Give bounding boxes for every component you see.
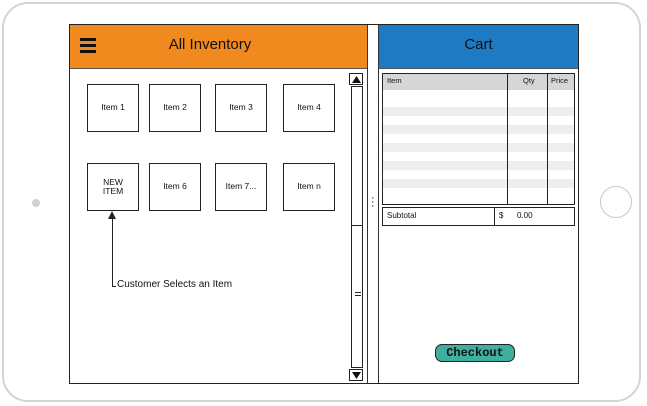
inventory-title: All Inventory <box>168 36 252 53</box>
col-header-price: Price <box>551 76 569 85</box>
grip-lines-icon <box>355 292 361 298</box>
annotation-connector <box>112 286 116 287</box>
cart-title: Cart <box>464 36 493 53</box>
subtotal-value: 0.00 <box>517 211 533 220</box>
col-divider <box>547 74 548 204</box>
checkout-button[interactable]: Checkout <box>435 344 515 362</box>
vertical-dots-icon[interactable]: · · · <box>371 193 375 212</box>
item-tile-7[interactable]: Item 7... <box>215 163 267 211</box>
panel-divider-left <box>367 25 368 383</box>
subtotal-divider <box>494 207 495 226</box>
item-tile-4[interactable]: Item 4 <box>283 84 335 132</box>
col-divider <box>507 74 508 204</box>
camera-dot <box>32 199 40 207</box>
cart-table-header <box>383 74 574 90</box>
item-tile-1[interactable]: Item 1 <box>87 84 139 132</box>
cart-row-stripe <box>383 143 574 152</box>
panel-divider-right <box>378 25 379 383</box>
cart-row-stripe <box>383 179 574 188</box>
item-tile-n[interactable]: Item n <box>283 163 335 211</box>
cart-row-stripe <box>383 161 574 170</box>
annotation-text: Customer Selects an Item <box>117 279 233 290</box>
menu-icon[interactable] <box>80 38 96 53</box>
subtotal-label: Subtotal <box>387 211 417 220</box>
annotation-arrow <box>112 218 113 286</box>
cart-row-stripe <box>383 107 574 116</box>
item-tile-3[interactable]: Item 3 <box>215 84 267 132</box>
item-tile-new[interactable]: NEW ITEM <box>87 163 139 211</box>
cart-table: Item Qty Price <box>382 73 575 205</box>
scroll-thumb[interactable] <box>351 225 363 368</box>
scroll-down-icon[interactable] <box>349 369 363 381</box>
col-header-item: Item <box>387 76 402 85</box>
scroll-up-icon[interactable] <box>349 73 363 85</box>
subtotal-currency: $ <box>499 211 504 220</box>
item-tile-2[interactable]: Item 2 <box>149 84 201 132</box>
inventory-scrollbar[interactable] <box>349 73 365 382</box>
col-header-qty: Qty <box>523 76 535 85</box>
item-tile-6[interactable]: Item 6 <box>149 163 201 211</box>
home-button[interactable] <box>600 186 632 218</box>
cart-row-stripe <box>383 125 574 134</box>
